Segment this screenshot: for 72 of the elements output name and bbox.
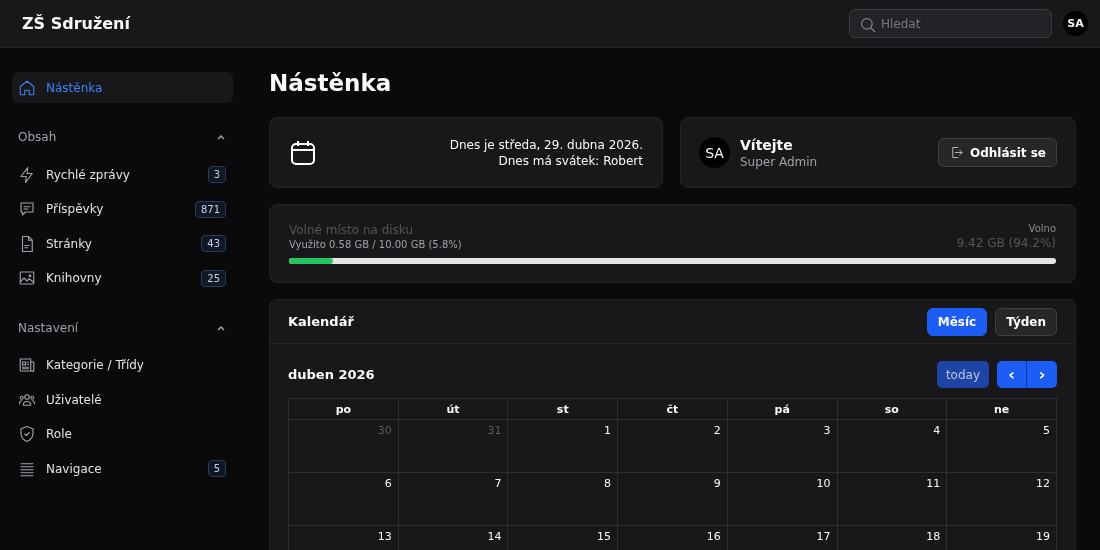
greeting: Vítejte	[740, 136, 794, 153]
logout-button[interactable]: Odhlásit se	[938, 138, 1057, 167]
view-tab[interactable]: Týden	[995, 307, 1057, 336]
sidebar-item[interactable]: Uživatelé	[12, 384, 233, 415]
calendar-title: Kalendář	[288, 314, 355, 329]
chat-bubble-icon	[18, 200, 36, 218]
day-number[interactable]: 3	[823, 424, 831, 437]
next-button[interactable]: ›	[1027, 361, 1057, 388]
newspaper-icon	[18, 356, 36, 374]
section-header[interactable]: Nastavení	[12, 317, 233, 338]
weekday-header: ne	[946, 398, 1057, 420]
count-badge: 25	[201, 269, 226, 287]
count-badge: 871	[194, 200, 226, 218]
logout-icon	[949, 145, 964, 160]
sidebar-item[interactable]: Rychlé zprávy 3	[12, 159, 233, 190]
weekday-header: so	[837, 398, 947, 420]
sidebar-item[interactable]: Nástěnka	[12, 72, 233, 103]
user-role: Super Admin	[740, 154, 819, 169]
page-title: Nástěnka	[269, 70, 393, 96]
day-number[interactable]: 18	[926, 530, 941, 543]
disk-usage: Využito 0.58 GB / 10.00 GB (5.8%)	[289, 239, 462, 250]
sidebar-item[interactable]: Navigace 5	[12, 453, 233, 484]
date-text: Dnes je středa, 29. dubna 2026.	[449, 136, 643, 153]
day-number[interactable]: 13	[377, 530, 392, 543]
weekday-header: po	[288, 398, 399, 420]
sidebar-item[interactable]: Role	[12, 418, 233, 450]
calendar-icon	[289, 138, 317, 167]
today-button[interactable]: today	[936, 361, 989, 388]
day-number[interactable]: 19	[1036, 530, 1050, 543]
day-number[interactable]: 12	[1036, 477, 1050, 490]
day-number[interactable]: 9	[713, 477, 721, 490]
image-icon	[18, 269, 36, 287]
day-number[interactable]: 2	[713, 424, 721, 437]
name-day-text: Dnes má svátek: Robert	[497, 152, 643, 169]
weekday-header: st	[507, 398, 618, 420]
count-badge: 3	[207, 166, 226, 183]
day-number[interactable]: 6	[384, 477, 392, 490]
sidebar-item[interactable]: Kategorie / Třídy	[12, 349, 233, 381]
day-number[interactable]: 14	[487, 530, 502, 543]
weekday-header: pá	[727, 398, 837, 420]
home-icon	[18, 78, 36, 97]
search-field[interactable]: Hledat	[849, 9, 1052, 38]
count-badge: 5	[207, 460, 226, 477]
user-avatar: SA	[699, 137, 730, 168]
sidebar-item[interactable]: Knihovny 25	[12, 262, 233, 294]
day-number[interactable]: 17	[816, 530, 831, 543]
day-number[interactable]: 11	[926, 477, 941, 490]
sidebar-item[interactable]: Příspěvky 871	[12, 193, 233, 225]
day-number[interactable]: 1	[604, 424, 612, 437]
day-number[interactable]: 10	[816, 477, 831, 490]
day-number[interactable]: 8	[604, 477, 612, 490]
user-avatar[interactable]: SA	[1063, 11, 1088, 36]
day-number[interactable]: 4	[933, 424, 941, 437]
day-number[interactable]: 5	[1043, 424, 1050, 437]
disk-title: Volné místo na disku	[289, 223, 415, 237]
day-number[interactable]: 15	[597, 530, 612, 543]
weekday-header: út	[398, 398, 508, 420]
shield-check-icon	[18, 425, 36, 443]
day-number[interactable]: 16	[706, 530, 721, 543]
free-label: Volno	[1027, 223, 1056, 234]
previous-button[interactable]: ‹	[997, 361, 1027, 388]
sidebar-item[interactable]: Stránky 43	[12, 228, 233, 259]
weekday-header: čt	[617, 398, 728, 420]
search-icon	[859, 16, 877, 34]
section-header[interactable]: Obsah	[12, 127, 233, 147]
month-title: duben 2026	[288, 367, 376, 382]
day-number[interactable]: 7	[494, 477, 502, 490]
count-badge: 43	[201, 235, 226, 252]
brand-title: ZŠ Sdružení	[22, 14, 132, 33]
view-tab[interactable]: Měsíc	[926, 307, 988, 336]
free-value: 9.42 GB (94.2%)	[956, 236, 1056, 250]
lightning-icon	[18, 165, 36, 184]
